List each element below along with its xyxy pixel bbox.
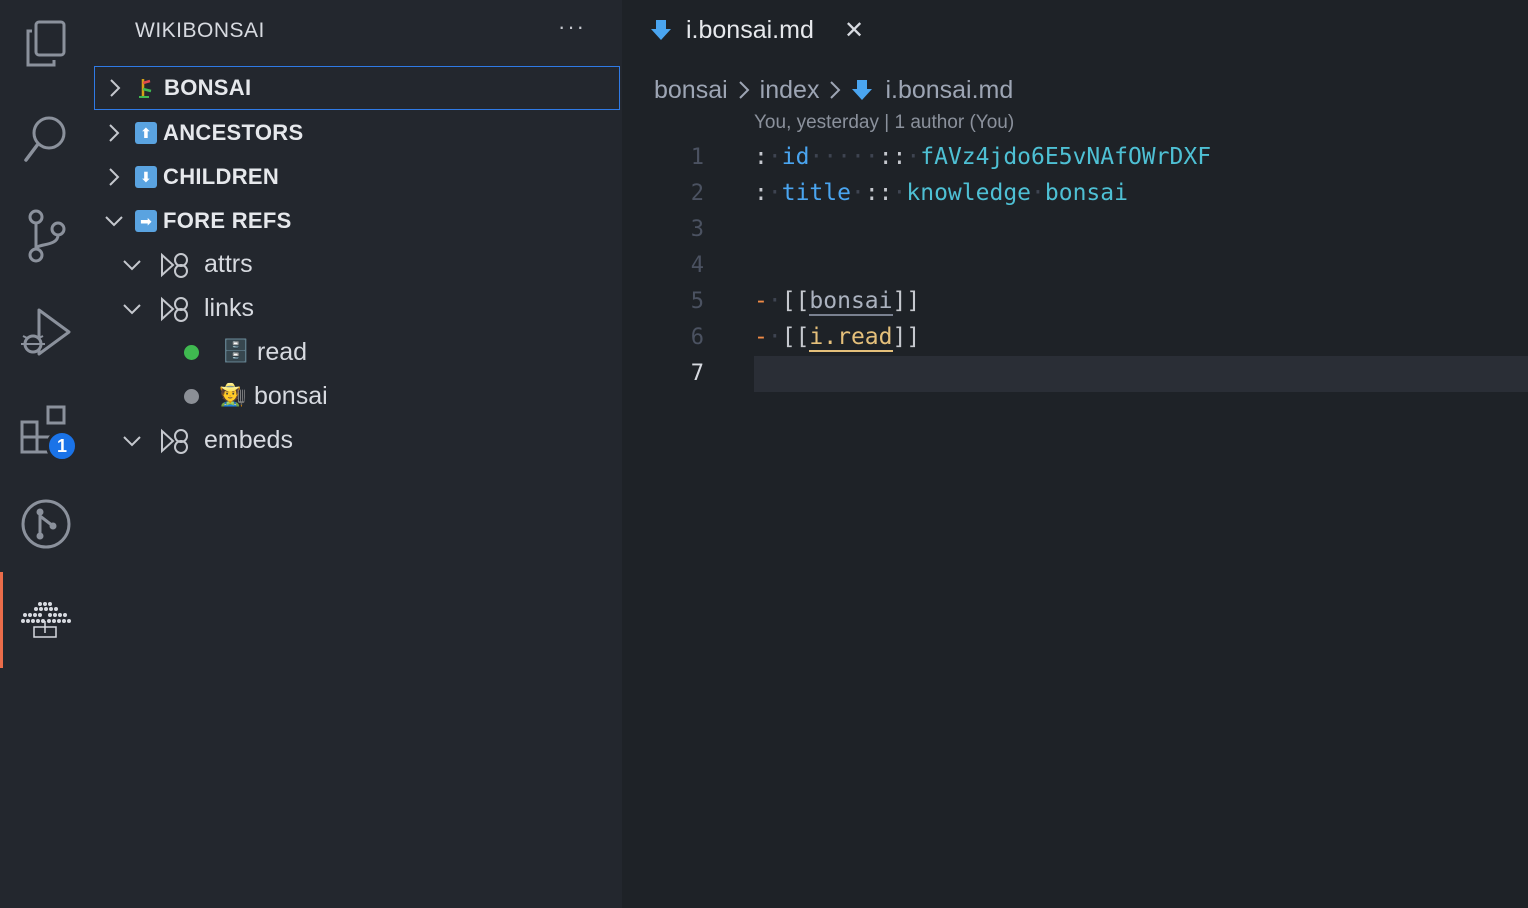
chevron-down-icon — [122, 431, 142, 451]
list-bullet: - — [754, 324, 768, 350]
attr-value: bonsai — [1044, 180, 1128, 206]
run-debug-icon[interactable] — [0, 300, 92, 364]
wikilink-close: ]] — [892, 288, 921, 314]
attr-key: title — [781, 180, 851, 206]
link-item-read[interactable]: 🗄️ read — [92, 331, 622, 375]
chevron-right-icon — [104, 167, 124, 187]
attr-colon: : — [754, 144, 768, 170]
line-number: 7 — [690, 361, 704, 386]
link-label: bonsai — [254, 382, 328, 410]
tab-bar: i.bonsai.md ✕ — [622, 0, 1528, 62]
chevron-down-icon — [122, 299, 142, 319]
references-icon — [159, 295, 191, 328]
attr-separator: :: — [878, 144, 907, 170]
wikibonsai-icon[interactable] — [0, 596, 92, 644]
file-cabinet-icon: 🗄️ — [222, 338, 250, 363]
breadcrumb-item[interactable]: i.bonsai.md — [885, 76, 1013, 105]
status-dot — [184, 389, 199, 404]
tree-item-embeds[interactable]: embeds — [92, 419, 622, 463]
link-item-bonsai[interactable]: 🧑‍🌾 bonsai — [92, 375, 622, 419]
wikilink-open: [[ — [781, 324, 810, 350]
editor: i.bonsai.md ✕ bonsai index i.bonsai.md Y… — [622, 0, 1528, 908]
breadcrumb-item[interactable]: bonsai — [654, 76, 728, 105]
section-label: FORE REFS — [163, 208, 292, 233]
close-icon[interactable]: ✕ — [844, 16, 864, 45]
chevron-right-icon — [829, 79, 841, 101]
markdown-file-icon — [650, 18, 672, 47]
chevron-right-icon — [105, 78, 125, 98]
tab-i-bonsai-md[interactable]: i.bonsai.md ✕ — [622, 0, 870, 62]
status-dot — [184, 345, 199, 360]
section-bonsai[interactable]: BONSAI — [94, 66, 620, 110]
git-blame-annotation[interactable]: You, yesterday | 1 author (You) — [754, 112, 1014, 134]
section-label: ANCESTORS — [163, 120, 304, 145]
whitespace-markers: ··· — [823, 144, 865, 170]
code-line-2[interactable]: :·title·::·knowledge·bonsai — [754, 180, 1128, 206]
tree-item-label: embeds — [204, 426, 293, 454]
tree-item-label: attrs — [204, 250, 253, 278]
section-ancestors[interactable]: ⬆ ANCESTORS — [92, 111, 622, 155]
tree-item-links[interactable]: links — [92, 287, 622, 331]
wikilink-close: ]] — [892, 324, 921, 350]
link-label: read — [257, 338, 308, 366]
breadcrumb: bonsai index i.bonsai.md — [654, 72, 1013, 108]
section-label: CHILDREN — [163, 164, 280, 189]
tree-item-label: links — [204, 294, 255, 322]
code-line-1[interactable]: :·id·····::·fAVz4jdo6E5vNAfOWrDXF — [754, 144, 1211, 170]
markdown-file-icon — [851, 78, 873, 102]
more-actions-button[interactable]: ··· — [558, 14, 586, 40]
references-icon — [159, 251, 191, 284]
line-number: 6 — [690, 325, 704, 350]
attr-key: id — [781, 144, 810, 170]
section-children[interactable]: ⬇ CHILDREN — [92, 155, 622, 199]
wikilink-bonsai[interactable]: bonsai — [809, 288, 893, 316]
references-icon — [159, 427, 191, 460]
sidebar: WIKIBONSAI ··· BONSAI ⬆ ANCESTORS ⬇ CHIL… — [92, 0, 622, 908]
wikilink-open: [[ — [781, 288, 810, 314]
line-number: 3 — [690, 217, 704, 242]
section-fore-refs[interactable]: ➡ FORE REFS — [92, 199, 622, 243]
chevron-down-icon — [122, 255, 142, 275]
line-number: 1 — [690, 145, 704, 170]
attr-colon: : — [754, 180, 768, 206]
current-line-highlight — [754, 356, 1528, 392]
tab-label: i.bonsai.md — [686, 16, 814, 44]
wikilink-i-read[interactable]: i.read — [809, 324, 893, 352]
attr-separator: :: — [864, 180, 893, 206]
up-arrow-icon: ⬆ — [135, 122, 157, 144]
chevron-right-icon — [104, 123, 124, 143]
source-control-icon[interactable] — [0, 206, 92, 266]
explorer-icon[interactable] — [0, 16, 92, 72]
bonsai-tree-icon — [137, 77, 157, 99]
attr-value: fAVz4jdo6E5vNAfOWrDXF — [920, 144, 1212, 170]
activity-bar: 1 — [0, 0, 92, 908]
right-arrow-icon: ➡ — [135, 210, 157, 232]
line-number: 4 — [690, 253, 704, 278]
list-bullet: - — [754, 288, 768, 314]
farmer-icon: 🧑‍🌾 — [219, 382, 247, 407]
search-icon[interactable] — [0, 110, 92, 170]
code-line-6[interactable]: -·[[i.read]] — [754, 324, 921, 352]
line-number: 2 — [690, 181, 704, 206]
attr-value: knowledge — [906, 180, 1032, 206]
sidebar-title: WIKIBONSAI — [135, 19, 265, 42]
code-line-5[interactable]: -·[[bonsai]] — [754, 288, 921, 316]
chevron-right-icon — [738, 79, 750, 101]
section-label: BONSAI — [164, 75, 252, 100]
breadcrumb-item[interactable]: index — [760, 76, 820, 105]
chevron-down-icon — [104, 211, 124, 231]
line-number: 5 — [690, 289, 704, 314]
extensions-badge: 1 — [46, 430, 78, 462]
git-graph-icon[interactable] — [0, 496, 92, 552]
down-arrow-icon: ⬇ — [135, 166, 157, 188]
tree-item-attrs[interactable]: attrs — [92, 243, 622, 287]
